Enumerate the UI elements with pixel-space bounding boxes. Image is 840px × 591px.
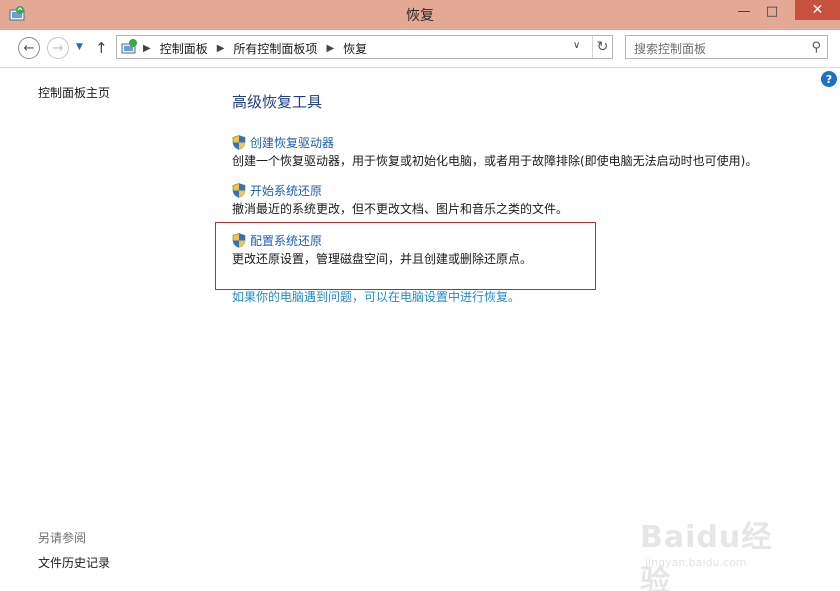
maximize-button[interactable]: □ [758,0,786,22]
uac-shield-icon [232,134,246,150]
close-button[interactable]: ✕ [795,0,840,20]
watermark-brand: Baidu经验 [640,520,773,591]
see-also-heading: 另请参阅 [38,531,87,545]
magnifier-icon[interactable]: ⚲ [811,40,821,55]
start-system-restore-description: 撤消最近的系统更改，但不更改文档、图片和音乐之类的文件。 [232,202,569,216]
help-icon[interactable]: ? [821,71,837,87]
page-title: 高级恢复工具 [232,93,323,111]
address-bar[interactable]: ▶ 控制面板 ▶ 所有控制面板项 ▶ 恢复 ∨ ↻ [116,35,613,59]
breadcrumb-all-items[interactable]: 所有控制面板项 [233,40,317,57]
breadcrumb-control-panel[interactable]: 控制面板 [160,40,208,57]
search-placeholder: 搜索控制面板 [634,42,707,56]
minimize-button[interactable]: — [730,0,758,22]
chevron-right-icon[interactable]: ▶ [326,43,334,54]
recent-locations-button[interactable]: ▼ [76,42,83,52]
refresh-button[interactable]: ↻ [592,36,612,58]
chevron-down-icon: ▼ [76,42,83,52]
address-history-chevron-icon[interactable]: ∨ [573,40,580,51]
chevron-right-icon[interactable]: ▶ [143,43,151,54]
start-system-restore-link[interactable]: 开始系统还原 [250,182,322,199]
create-recovery-drive-description: 创建一个恢复驱动器，用于恢复或初始化电脑，或者用于故障排除(即使电脑无法启动时也… [232,154,758,168]
refresh-icon: ↻ [596,39,609,55]
control-panel-icon [121,39,137,54]
title-bar: 恢复 — □ ✕ [0,0,840,30]
create-recovery-drive-item: 创建恢复驱动器 创建一个恢复驱动器，用于恢复或初始化电脑，或者用于故障排除(即使… [232,134,757,169]
breadcrumb-recovery[interactable]: 恢复 [343,40,367,57]
window-title: 恢复 [406,8,434,24]
watermark-url: jingyan.baidu.com [645,556,747,569]
annotation-highlight-box [215,222,596,290]
arrow-up-icon: ↑ [95,39,108,57]
file-history-link[interactable]: 文件历史记录 [38,554,110,571]
search-input[interactable]: 搜索控制面板 ⚲ [625,35,828,59]
start-system-restore-item: 开始系统还原 撤消最近的系统更改，但不更改文档、图片和音乐之类的文件。 [232,182,568,217]
baidu-jingyan-watermark: Baidu经验 jingyan.baidu.com [640,512,800,591]
pc-settings-recovery-link[interactable]: 如果你的电脑遇到问题，可以在电脑设置中进行恢复。 [232,288,520,305]
up-button[interactable]: ↑ [95,39,108,57]
uac-shield-icon [232,182,246,198]
create-recovery-drive-link[interactable]: 创建恢复驱动器 [250,134,334,151]
back-button[interactable]: ← [18,37,40,59]
control-panel-home-link[interactable]: 控制面板主页 [38,84,110,101]
arrow-left-icon: ← [23,40,35,56]
breadcrumb: ▶ 控制面板 ▶ 所有控制面板项 ▶ 恢复 [143,40,367,57]
navigation-bar: ← → ▼ ↑ ▶ 控制面板 ▶ 所有控制面板项 ▶ 恢复 ∨ ↻ 搜索控制面板… [0,30,840,68]
forward-button[interactable]: → [47,37,69,59]
arrow-right-icon: → [52,40,64,56]
chevron-right-icon[interactable]: ▶ [217,43,225,54]
